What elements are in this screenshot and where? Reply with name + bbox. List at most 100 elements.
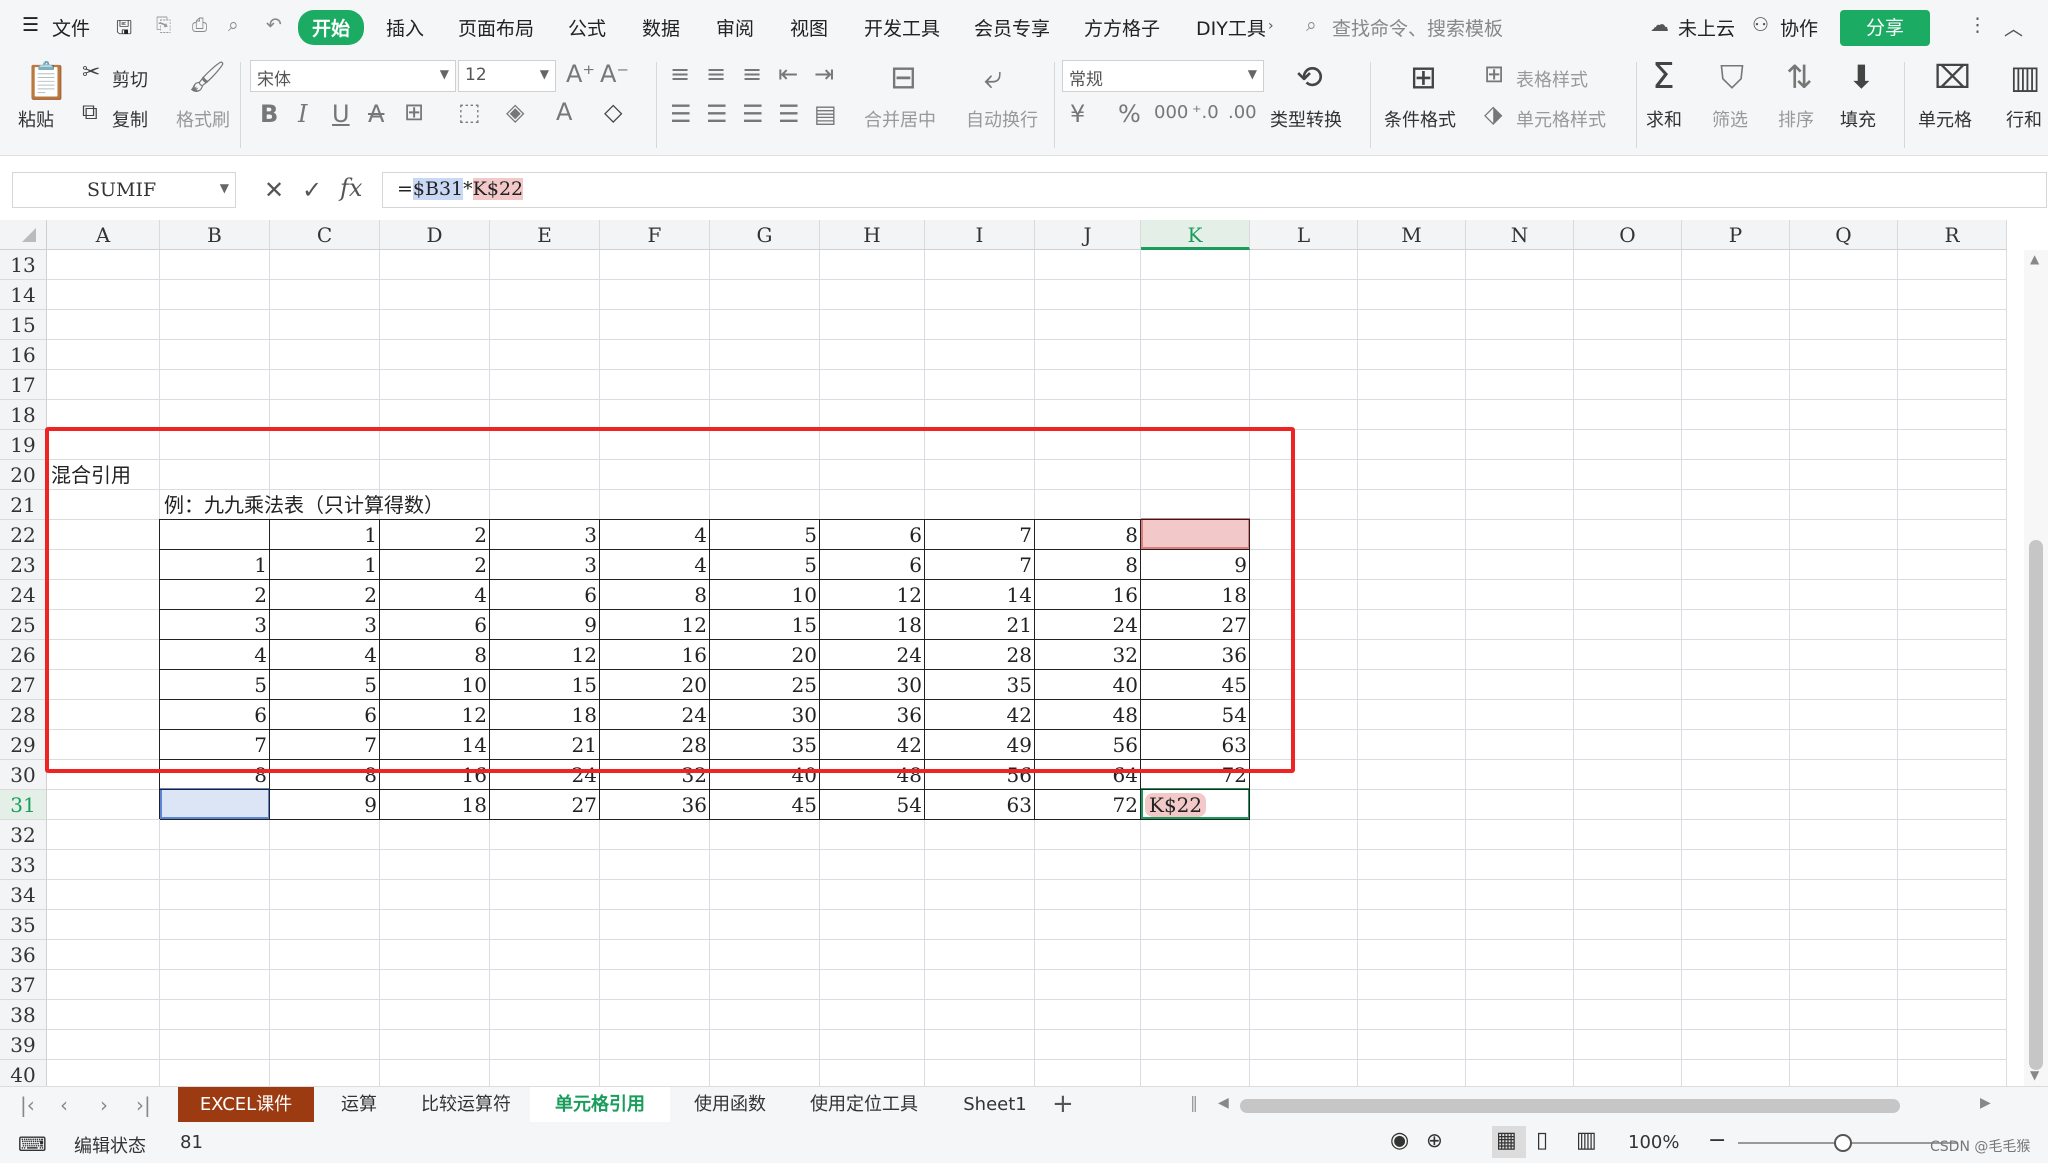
filter-icon[interactable]: ⛉ xyxy=(1720,58,1744,97)
row-header-20[interactable]: 20 xyxy=(0,460,47,490)
thousands-icon[interactable]: 000 xyxy=(1154,102,1188,123)
cell-style-button[interactable]: 单元格样式 xyxy=(1516,106,1606,132)
row-header-28[interactable]: 28 xyxy=(0,700,47,730)
row-header-13[interactable]: 13 xyxy=(0,250,47,280)
tab-insert[interactable]: 插入 xyxy=(386,14,424,41)
italic-icon[interactable]: I xyxy=(298,100,307,128)
row-header-17[interactable]: 17 xyxy=(0,370,47,400)
confirm-icon[interactable]: ✓ xyxy=(302,176,322,204)
page-break-view-icon[interactable]: ▯ xyxy=(1536,1128,1548,1153)
format-painter-icon[interactable]: 🖌 xyxy=(188,60,226,95)
paste-button[interactable]: 粘贴 xyxy=(18,106,54,132)
normal-view-icon[interactable]: ▦ xyxy=(1496,1128,1517,1153)
cloud-status[interactable]: 未上云 xyxy=(1678,14,1735,41)
sheet-tab-operations[interactable]: 运算 xyxy=(316,1087,402,1123)
undo-icon[interactable]: ↶ xyxy=(266,14,282,36)
table-style-button[interactable]: 表格样式 xyxy=(1516,66,1588,92)
align-top-icon[interactable]: ≡ xyxy=(670,60,690,88)
column-header-O[interactable]: O xyxy=(1574,220,1682,250)
row-header-29[interactable]: 29 xyxy=(0,730,47,760)
zoom-slider-knob[interactable] xyxy=(1834,1134,1852,1152)
row-header-33[interactable]: 33 xyxy=(0,850,47,880)
fill-button[interactable]: 填充 xyxy=(1840,106,1876,132)
reading-view-icon[interactable]: ▥ xyxy=(1576,1128,1597,1153)
type-convert-button[interactable]: 类型转换 xyxy=(1270,106,1342,132)
tab-review[interactable]: 审阅 xyxy=(716,14,754,41)
scroll-up-icon[interactable]: ▲ xyxy=(2030,252,2039,266)
zoom-level[interactable]: 100% xyxy=(1628,1132,1679,1153)
column-header-Q[interactable]: Q xyxy=(1790,220,1898,250)
format-painter-button[interactable]: 格式刷 xyxy=(176,106,230,132)
chevron-down-icon[interactable]: ▼ xyxy=(220,181,229,195)
row-header-18[interactable]: 18 xyxy=(0,400,47,430)
conditional-format-icon[interactable]: ⊞ xyxy=(1410,58,1437,96)
decrease-font-icon[interactable]: A⁻ xyxy=(600,60,629,88)
row-header-38[interactable]: 38 xyxy=(0,1000,47,1030)
zoom-out-icon[interactable]: − xyxy=(1708,1128,1726,1153)
save-icon[interactable]: 🖫 xyxy=(116,14,132,46)
sum-button[interactable]: 求和 xyxy=(1646,106,1682,132)
table-cell[interactable]: 9 xyxy=(270,790,380,820)
table-cell[interactable]: 27 xyxy=(490,790,600,820)
sheet-tab-excel-course[interactable]: EXCEL课件 xyxy=(178,1087,314,1123)
tab-formulas[interactable]: 公式 xyxy=(568,14,606,41)
row-header-30[interactable]: 30 xyxy=(0,760,47,790)
scissors-icon[interactable]: ✂ xyxy=(82,60,100,85)
last-sheet-icon[interactable]: ›| xyxy=(136,1093,151,1117)
row-header-32[interactable]: 32 xyxy=(0,820,47,850)
select-all-corner[interactable] xyxy=(0,220,47,250)
column-header-F[interactable]: F xyxy=(600,220,710,250)
cancel-icon[interactable]: ✕ xyxy=(264,176,284,204)
row-header-31[interactable]: 31 xyxy=(0,790,47,820)
sheet-tab-sheet1[interactable]: Sheet1 xyxy=(940,1087,1050,1123)
scroll-down-icon[interactable]: ▼ xyxy=(2030,1068,2039,1082)
column-header-C[interactable]: C xyxy=(270,220,380,250)
wrap-text-button[interactable]: 自动换行 xyxy=(966,106,1038,132)
sort-button[interactable]: 排序 xyxy=(1778,106,1814,132)
increase-font-icon[interactable]: A⁺ xyxy=(566,60,595,88)
macro-icon[interactable]: ⌨ xyxy=(18,1132,47,1156)
command-search[interactable]: 查找命令、搜索模板 xyxy=(1332,14,1503,41)
table-cell[interactable]: 18 xyxy=(380,790,490,820)
formula-input[interactable]: =$B31*K$22 xyxy=(382,172,2047,208)
row-header-14[interactable]: 14 xyxy=(0,280,47,310)
conditional-format-button[interactable]: 条件格式 xyxy=(1384,106,1456,132)
active-cell-k31[interactable] xyxy=(1141,788,1250,819)
add-sheet-icon[interactable]: + xyxy=(1052,1089,1074,1119)
row-col-button[interactable]: 行和 xyxy=(2006,106,2042,132)
row-header-39[interactable]: 39 xyxy=(0,1030,47,1060)
sort-icon[interactable]: ⇅ xyxy=(1786,58,1813,96)
align-left-icon[interactable]: ☰ xyxy=(670,100,692,128)
row-header-19[interactable]: 19 xyxy=(0,430,47,460)
merge-center-button[interactable]: 合并居中 xyxy=(864,106,936,132)
row-header-27[interactable]: 27 xyxy=(0,670,47,700)
column-header-J[interactable]: J xyxy=(1035,220,1141,250)
sheet-tab-cell-reference[interactable]: 单元格引用 xyxy=(530,1087,670,1123)
sheet-tab-functions[interactable]: 使用函数 xyxy=(672,1087,788,1123)
name-box[interactable]: SUMIF ▼ xyxy=(12,172,236,208)
row-header-36[interactable]: 36 xyxy=(0,940,47,970)
next-sheet-icon[interactable]: › xyxy=(100,1093,108,1117)
sum-icon[interactable]: Σ xyxy=(1652,56,1675,97)
table-cell[interactable]: 72 xyxy=(1035,790,1141,820)
column-header-I[interactable]: I xyxy=(925,220,1035,250)
tab-page-layout[interactable]: 页面布局 xyxy=(458,14,534,41)
border-icon[interactable]: ⊞ xyxy=(404,98,424,126)
file-menu[interactable]: 文件 xyxy=(52,14,90,41)
tab-member[interactable]: 会员专享 xyxy=(974,14,1050,41)
table-cell[interactable]: 63 xyxy=(925,790,1035,820)
column-header-A[interactable]: A xyxy=(47,220,160,250)
strikethrough-icon[interactable]: A xyxy=(368,100,384,128)
currency-icon[interactable]: ¥ xyxy=(1070,100,1085,128)
tab-data[interactable]: 数据 xyxy=(642,14,680,41)
row-col-icon[interactable]: ▥ xyxy=(2010,58,2040,96)
row-header-24[interactable]: 24 xyxy=(0,580,47,610)
row-header-25[interactable]: 25 xyxy=(0,610,47,640)
convert-icon[interactable]: ⟲ xyxy=(1296,58,1323,96)
font-color-icon[interactable]: A xyxy=(556,98,572,126)
column-header-L[interactable]: L xyxy=(1250,220,1358,250)
column-header-P[interactable]: P xyxy=(1682,220,1790,250)
column-header-H[interactable]: H xyxy=(820,220,925,250)
number-format-select[interactable]: 常规 ▼ xyxy=(1062,60,1264,92)
row-header-26[interactable]: 26 xyxy=(0,640,47,670)
